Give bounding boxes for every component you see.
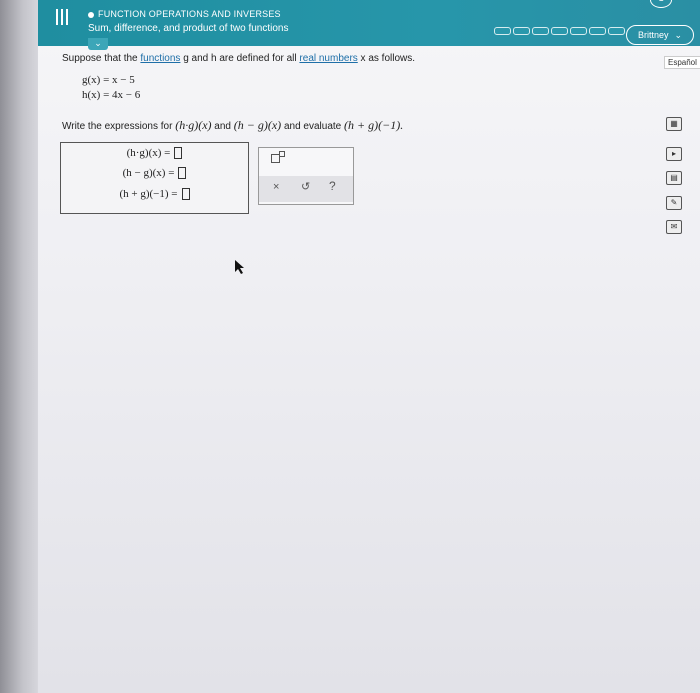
answer-input-sum-value[interactable] [181,188,190,201]
clear-button[interactable]: × [273,181,279,193]
progress-indicator [494,27,625,35]
definition-h: h(x) = 4x − 6 [82,89,141,101]
monitor-bezel [0,0,38,693]
collapse-header-button[interactable]: ⌄ [88,38,108,50]
status-dot-icon [88,11,94,18]
calculator-icon[interactable]: ▦ [666,117,682,131]
answer-input-product[interactable] [174,147,183,160]
user-menu-button[interactable]: Brittney ⌄ [626,25,694,45]
language-toggle[interactable]: Español [664,56,700,69]
video-icon[interactable]: ▸ [666,147,682,161]
help-button[interactable]: ? [329,179,336,193]
math-toolbar: × ↺ ? [258,147,354,205]
refresh-icon[interactable]: C [650,0,672,8]
real-numbers-link[interactable]: real numbers [299,53,357,64]
cursor-icon [235,260,244,274]
pencil-icon[interactable]: ✎ [666,196,682,210]
answer-row: (h·g)(x) = [61,147,248,160]
chevron-down-icon: ⌄ [674,29,683,40]
answer-row: (h − g)(x) = [61,167,248,180]
answer-box: (h·g)(x) = (h − g)(x) = (h + g)(−1) = [60,142,249,214]
problem-instruction: Write the expressions for (h·g)(x) and (… [62,118,404,132]
topic-title: Sum, difference, and product of two func… [88,23,289,34]
undo-button[interactable]: ↺ [301,180,310,193]
section-title: FUNCTION OPERATIONS AND INVERSES [88,9,281,19]
definition-g: g(x) = x − 5 [82,74,135,86]
screen: FUNCTION OPERATIONS AND INVERSES Sum, di… [38,0,700,693]
header-bar: FUNCTION OPERATIONS AND INVERSES Sum, di… [38,0,700,46]
book-icon[interactable]: ▤ [666,171,682,185]
answer-row: (h + g)(−1) = [61,188,248,201]
problem-intro: Suppose that the functions g and h are d… [62,53,416,64]
menu-icon[interactable] [56,9,72,27]
answer-input-difference[interactable] [178,167,187,180]
functions-link[interactable]: functions [140,53,180,64]
mail-icon[interactable]: ✉ [666,220,682,234]
